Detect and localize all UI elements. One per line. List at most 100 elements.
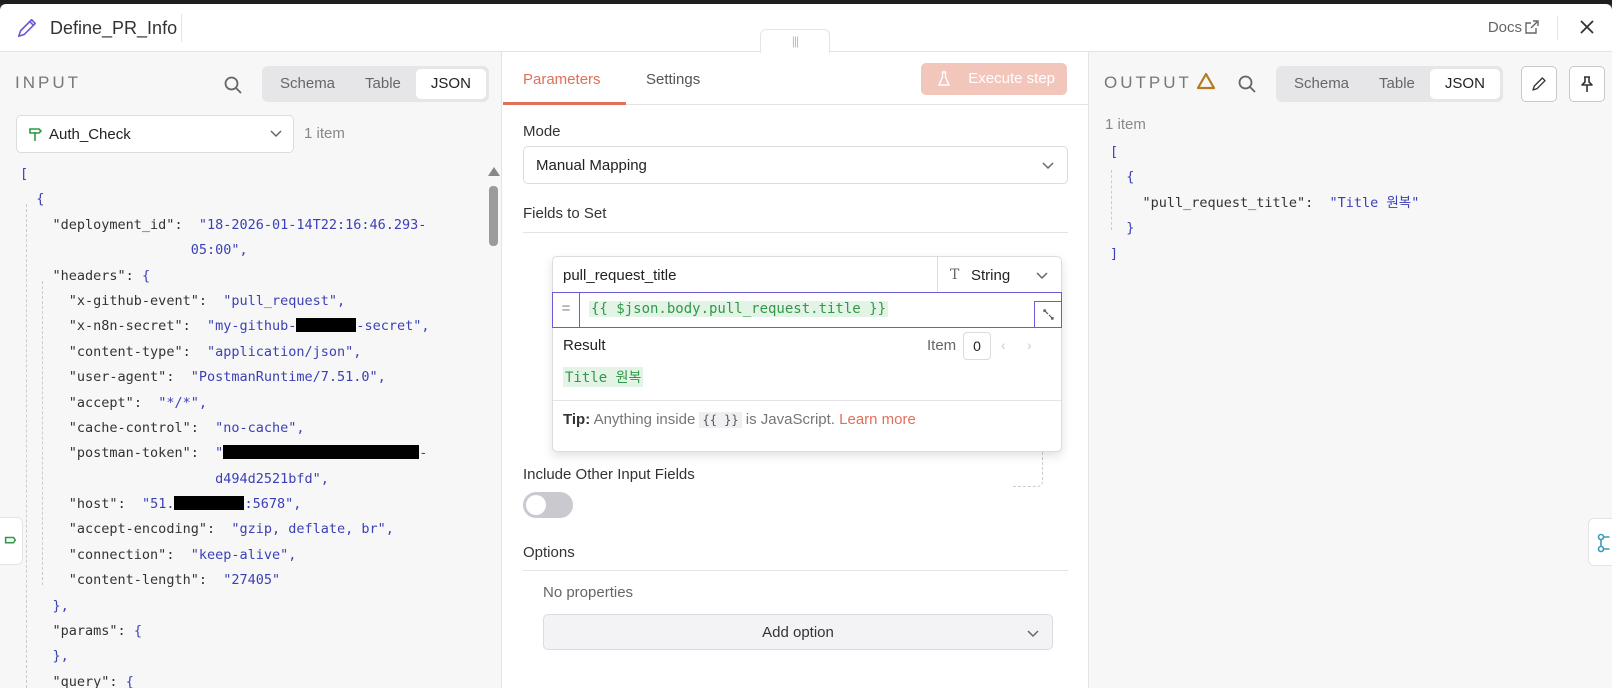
flask-icon xyxy=(937,71,951,86)
signpost-icon xyxy=(4,536,17,544)
node-title[interactable]: Define_PR_Info xyxy=(50,18,177,39)
input-tab-json[interactable]: JSON xyxy=(415,69,486,99)
search-icon[interactable] xyxy=(1237,74,1257,94)
edit-output-button[interactable] xyxy=(1521,66,1557,102)
learn-more-link[interactable]: Learn more xyxy=(839,411,916,428)
result-divider xyxy=(553,400,1061,401)
output-panel: OUTPUT Schema Table JSON 1 item [ { "pul… xyxy=(1088,52,1612,688)
item-index-input[interactable]: 0 xyxy=(963,332,991,360)
scroll-thumb[interactable] xyxy=(489,186,498,246)
json-line: [ xyxy=(1110,144,1119,160)
input-label: INPUT xyxy=(15,73,81,92)
json-line: "host": "51.:5678", xyxy=(68,496,302,513)
json-line: "cache-control": "no-cache", xyxy=(68,419,305,436)
input-item-count: 1 item xyxy=(304,125,345,142)
scroll-up-arrow[interactable] xyxy=(488,167,500,176)
field-type-select[interactable]: T String xyxy=(938,257,1061,293)
tip-code: {{ }} xyxy=(699,412,742,428)
expression-result-panel: Result Item 0 ‹ › Title 원복 Tip: Anything… xyxy=(553,332,1061,447)
json-line: "accept-encoding": "gzip, deflate, br", xyxy=(68,521,394,538)
pencil-icon xyxy=(17,18,37,38)
text-type-icon: T xyxy=(950,267,960,283)
chevron-down-icon xyxy=(1027,630,1039,638)
search-icon[interactable] xyxy=(223,75,243,95)
previous-node-tab[interactable] xyxy=(0,517,23,565)
close-icon[interactable] xyxy=(1578,18,1596,36)
input-tab-schema[interactable]: Schema xyxy=(265,69,350,99)
output-label: OUTPUT xyxy=(1104,73,1192,92)
next-node-tab[interactable] xyxy=(1588,518,1612,566)
execute-step-button[interactable]: Execute step xyxy=(921,63,1067,95)
field-assignment: pull_request_title T String = {{ $json.b… xyxy=(552,256,1062,452)
chevron-left-icon[interactable]: ‹ xyxy=(1001,337,1006,353)
expression-tip: Tip: Anything inside {{ }} is JavaScript… xyxy=(563,411,916,428)
expand-expression-button[interactable] xyxy=(1034,301,1062,328)
json-line: }, xyxy=(52,648,69,665)
json-line: [ xyxy=(20,166,29,182)
json-line: "user-agent": "PostmanRuntime/7.51.0", xyxy=(68,369,386,386)
json-line: "deployment_id": "18-2026-01-14T22:16:46… xyxy=(52,216,427,233)
docs-link[interactable]: Docs xyxy=(1488,19,1522,36)
json-line: "x-n8n-secret": "my-github- -secret", xyxy=(68,318,430,335)
json-line: }, xyxy=(52,597,69,614)
chevron-right-icon[interactable]: › xyxy=(1027,337,1032,353)
tab-parameters[interactable]: Parameters xyxy=(523,71,601,88)
toggle-knob xyxy=(526,495,546,515)
tab-settings[interactable]: Settings xyxy=(646,71,700,88)
input-tab-table[interactable]: Table xyxy=(350,69,416,99)
output-item-count: 1 item xyxy=(1105,116,1146,133)
output-tab-schema[interactable]: Schema xyxy=(1279,69,1364,99)
output-tab-table[interactable]: Table xyxy=(1364,69,1430,99)
options-label: Options xyxy=(523,544,575,561)
input-node-select[interactable]: Auth_Check xyxy=(16,115,294,153)
field-name-input[interactable]: pull_request_title xyxy=(553,257,938,293)
output-tab-json[interactable]: JSON xyxy=(1429,69,1500,99)
field-name-value: pull_request_title xyxy=(563,267,677,284)
fields-to-set-label: Fields to Set xyxy=(523,205,607,222)
json-line: 05:00", xyxy=(190,242,248,259)
json-line: "content-length": "27405" xyxy=(68,572,281,589)
redaction-bar xyxy=(174,496,245,511)
add-option-label: Add option xyxy=(762,624,834,641)
equals-icon: = xyxy=(553,293,580,327)
panel-drag-handle[interactable]: ||| xyxy=(760,29,830,53)
tip-text: is JavaScript. xyxy=(745,411,835,428)
output-view-toggle: Schema Table JSON xyxy=(1276,66,1503,102)
external-link-icon[interactable] xyxy=(1524,19,1540,35)
field-value-expression-input[interactable]: = {{ $json.body.pull_request.title }} xyxy=(552,292,1062,328)
branch-icon xyxy=(1597,533,1610,553)
include-other-fields-label: Include Other Input Fields xyxy=(523,466,695,483)
execute-step-label: Execute step xyxy=(968,70,1055,87)
result-label: Result xyxy=(563,337,606,354)
chevron-down-icon xyxy=(1042,162,1054,170)
field-type-value: String xyxy=(971,267,1011,284)
json-line: "query": { xyxy=(52,673,134,688)
pin-icon xyxy=(1581,76,1593,92)
json-line: "content-type": "application/json", xyxy=(68,343,362,360)
json-line: ] xyxy=(1110,245,1119,262)
warning-icon[interactable] xyxy=(1196,72,1216,90)
tip-text: Anything inside xyxy=(593,411,696,428)
signpost-icon xyxy=(29,128,43,141)
header-divider xyxy=(1557,16,1558,40)
expression-code: {{ $json.body.pull_request.title }} xyxy=(589,301,889,317)
expand-icon xyxy=(1043,309,1054,320)
add-option-button[interactable]: Add option xyxy=(543,614,1053,650)
section-divider xyxy=(523,570,1068,571)
section-divider xyxy=(523,232,1068,233)
mode-label: Mode xyxy=(523,123,561,140)
result-value: Title 원복 xyxy=(563,367,644,387)
output-json-view: [ { "pull_request_title": "Title 원복" } ] xyxy=(1110,140,1419,267)
input-json-view: [ { "deployment_id": "18-2026-01-14T22:1… xyxy=(20,162,430,688)
json-line: "pull_request_title": "Title 원복" xyxy=(1142,194,1420,211)
json-line: { xyxy=(36,191,45,208)
json-line: "x-github-event": "pull_request", xyxy=(68,292,346,309)
tip-label: Tip: xyxy=(563,411,591,428)
pin-output-button[interactable] xyxy=(1569,66,1605,102)
redaction-bar xyxy=(223,445,420,460)
input-scrollbar[interactable] xyxy=(488,167,500,688)
include-other-fields-toggle[interactable] xyxy=(523,492,573,518)
input-node-name: Auth_Check xyxy=(49,126,131,143)
chevron-down-icon xyxy=(1036,272,1048,280)
mode-select[interactable]: Manual Mapping xyxy=(523,146,1068,184)
